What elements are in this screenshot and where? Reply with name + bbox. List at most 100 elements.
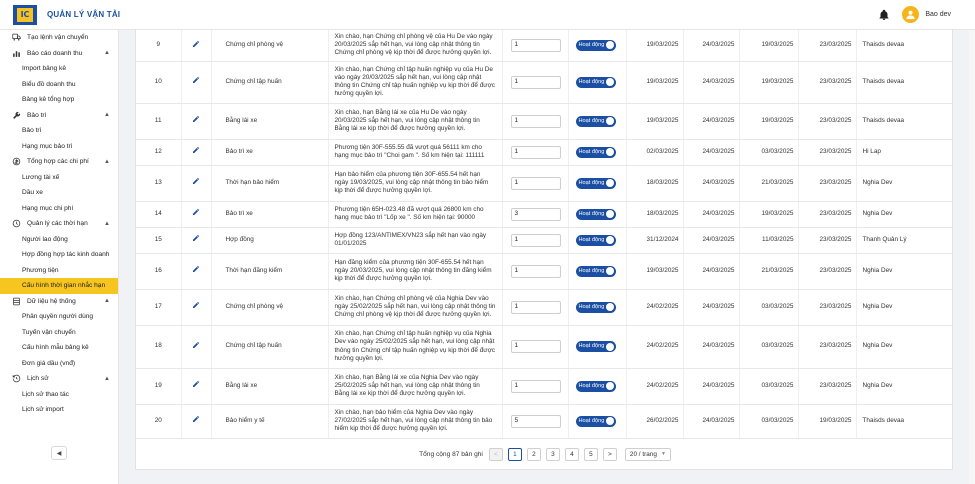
edit-icon[interactable] bbox=[192, 178, 200, 187]
sidebar-item[interactable]: Lịch sử ▲ bbox=[0, 371, 118, 387]
status-cell: Hoạt động bbox=[568, 139, 627, 166]
edit-icon[interactable] bbox=[192, 416, 200, 425]
status-toggle[interactable]: Hoạt động bbox=[575, 341, 616, 352]
days-before-input[interactable]: 1 bbox=[510, 114, 561, 128]
status-toggle[interactable]: Hoạt động bbox=[575, 177, 616, 189]
sidebar-item[interactable]: Bảo trì bbox=[0, 123, 118, 139]
status-toggle[interactable]: Hoạt động bbox=[575, 301, 616, 313]
days-before-input[interactable]: 1 bbox=[510, 233, 561, 247]
pagination-page-button[interactable]: 2 bbox=[526, 447, 541, 461]
edit-icon[interactable] bbox=[192, 302, 200, 311]
reminder-type: Chứng chỉ phòng vệ bbox=[211, 30, 329, 62]
sidebar-item[interactable]: Dầu xe bbox=[0, 185, 118, 201]
date-cell: 24/03/2025 bbox=[683, 201, 740, 228]
sidebar-item[interactable]: Tuyến vận chuyển bbox=[0, 325, 118, 341]
edit-icon[interactable] bbox=[192, 266, 200, 275]
sidebar-item[interactable]: Phương tiện bbox=[0, 263, 118, 279]
edit-icon[interactable] bbox=[192, 40, 200, 50]
row-index: 11 bbox=[136, 103, 182, 140]
pagination-prev-button[interactable]: < bbox=[488, 447, 503, 461]
status-toggle[interactable]: Hoạt động bbox=[575, 208, 616, 220]
edit-icon[interactable] bbox=[192, 77, 200, 86]
status-label: Hoạt động bbox=[578, 78, 605, 85]
edit-icon[interactable] bbox=[192, 235, 200, 244]
days-before-input[interactable]: 1 bbox=[510, 379, 561, 393]
status-label: Hoạt động bbox=[578, 117, 605, 124]
chart-icon bbox=[12, 49, 21, 58]
sidebar-item[interactable]: Tổng hợp các chi phí ▲ bbox=[0, 154, 118, 170]
edit-icon[interactable] bbox=[192, 116, 200, 125]
date-cell: 31/12/2024 bbox=[626, 227, 684, 254]
status-toggle[interactable]: Hoạt động bbox=[575, 76, 616, 88]
page-size-select[interactable]: 20 / trang ▼ bbox=[624, 447, 671, 461]
days-cell: 1 bbox=[502, 368, 569, 405]
status-toggle[interactable]: Hoạt động bbox=[575, 115, 616, 127]
edit-icon[interactable] bbox=[192, 341, 200, 351]
pagination-next-button[interactable]: > bbox=[602, 447, 617, 461]
table-row: 9 Chứng chỉ phòng vệ Xin chào, hạn Chứng c… bbox=[136, 30, 952, 62]
sidebar-item[interactable]: Cấu hình mẫu bảng kê bbox=[0, 340, 118, 356]
page-scrollbar[interactable] bbox=[969, 30, 975, 484]
days-before-input[interactable]: 1 bbox=[510, 145, 561, 159]
sidebar-item[interactable]: Bảng kê tổng hợp bbox=[0, 92, 118, 108]
chevron-up-icon: ▲ bbox=[104, 375, 110, 382]
status-toggle[interactable]: Hoạt động bbox=[575, 380, 616, 392]
app-logo[interactable]: IC bbox=[13, 4, 37, 25]
days-before-input[interactable]: 1 bbox=[510, 75, 561, 89]
pagination-page-button[interactable]: 3 bbox=[545, 447, 560, 461]
status-toggle[interactable]: Hoạt động bbox=[575, 146, 616, 158]
sidebar-item[interactable]: Lịch sử import bbox=[0, 402, 118, 418]
sidebar-item[interactable]: Import bảng kê bbox=[0, 61, 118, 77]
sidebar-item[interactable]: Lương tài xế bbox=[0, 170, 118, 186]
status-toggle[interactable]: Hoạt động bbox=[575, 415, 616, 427]
sidebar-item[interactable]: Báo cáo doanh thu ▲ bbox=[0, 46, 118, 62]
date-cell: 02/03/2025 bbox=[626, 139, 684, 166]
days-before-input[interactable]: 1 bbox=[510, 264, 561, 278]
pagination-page-button[interactable]: 1 bbox=[507, 447, 522, 461]
sidebar-item[interactable]: Dữ liệu hệ thống ▲ bbox=[0, 294, 118, 310]
sidebar-item[interactable]: Người lao động bbox=[0, 232, 118, 248]
sidebar-item-label: Cấu hình mẫu bảng kê bbox=[22, 344, 89, 352]
sidebar-item-label: Biểu đồ doanh thu bbox=[22, 80, 76, 88]
sidebar-item[interactable]: Cấu hình thời gian nhắc hạn bbox=[0, 278, 118, 294]
days-before-input[interactable]: 1 bbox=[510, 300, 561, 314]
user-avatar[interactable] bbox=[902, 6, 920, 23]
days-cell: 1 bbox=[502, 165, 569, 202]
pagination-page-button[interactable]: 4 bbox=[564, 447, 579, 461]
edit-icon[interactable] bbox=[192, 381, 200, 390]
reminder-message: Xin chào, hạn Chứng chỉ tập huấn nghiệp … bbox=[328, 325, 503, 369]
sidebar-item[interactable]: Đơn giá dầu (vnđ) bbox=[0, 356, 118, 372]
edit-icon[interactable] bbox=[192, 147, 200, 156]
sidebar-item[interactable]: Hạng mục chi phí bbox=[0, 201, 118, 217]
user-name[interactable]: Bao dev bbox=[925, 11, 951, 18]
days-before-input[interactable]: 1 bbox=[510, 38, 561, 52]
sidebar-item-label: Bảo trì bbox=[27, 111, 47, 119]
date-cell: 24/03/2025 bbox=[683, 289, 740, 326]
sidebar-item[interactable]: Biểu đồ doanh thu bbox=[0, 77, 118, 93]
days-before-input[interactable]: 1 bbox=[510, 176, 561, 190]
status-label: Hoạt động bbox=[578, 267, 605, 274]
sidebar-item[interactable]: Phân quyền người dùng bbox=[0, 309, 118, 325]
edit-icon[interactable] bbox=[192, 209, 200, 218]
sidebar-item[interactable]: Tạo lệnh vận chuyển bbox=[0, 30, 118, 46]
days-before-input[interactable]: 3 bbox=[510, 207, 561, 221]
days-before-input[interactable]: 5 bbox=[510, 414, 561, 428]
sidebar-item[interactable]: Hợp đồng hợp tác kinh doanh bbox=[0, 247, 118, 263]
reminder-message: Hợp đồng 123/ANTIMEX/VN23 sắp hết hạn và… bbox=[328, 227, 503, 254]
status-toggle[interactable]: Hoạt động bbox=[575, 265, 616, 277]
row-index: 20 bbox=[136, 404, 182, 439]
date-cell: 24/02/2025 bbox=[626, 325, 684, 369]
pagination-page-button[interactable]: 5 bbox=[583, 447, 598, 461]
status-toggle[interactable]: Hoạt động bbox=[575, 39, 616, 51]
status-toggle[interactable]: Hoạt động bbox=[575, 234, 616, 246]
sidebar-item[interactable]: Lịch sử thao tác bbox=[0, 387, 118, 403]
date-cell: 23/03/2025 bbox=[798, 139, 857, 166]
days-before-input[interactable]: 1 bbox=[510, 340, 561, 353]
date-cell: 23/03/2025 bbox=[798, 368, 857, 405]
date-cell: 19/03/2025 bbox=[739, 30, 799, 62]
sidebar-item[interactable]: Quản lý các thời hạn ▲ bbox=[0, 216, 118, 232]
collapse-sidebar-button[interactable]: ◀ bbox=[51, 446, 67, 460]
sidebar-item[interactable]: Hạng mục bảo trì bbox=[0, 139, 118, 155]
sidebar-item[interactable]: Bảo trì ▲ bbox=[0, 108, 118, 124]
bell-icon[interactable] bbox=[878, 9, 890, 21]
